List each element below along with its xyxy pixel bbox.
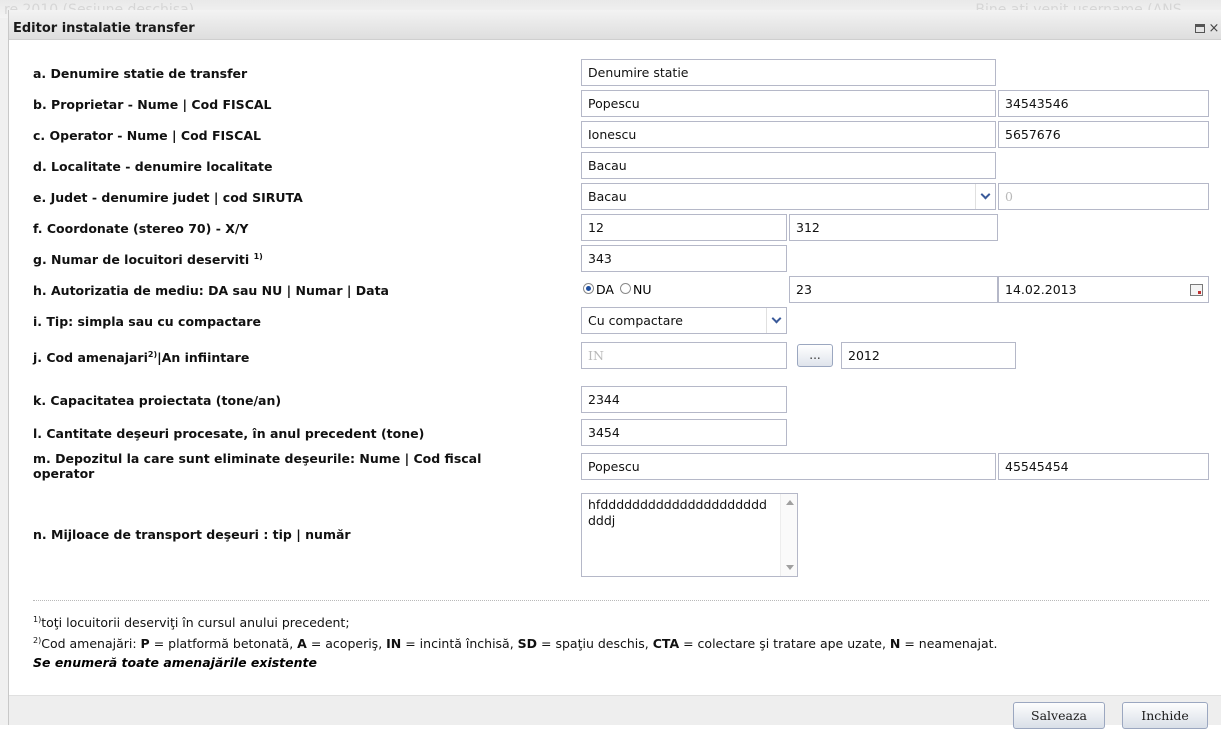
- label-judet: e. Judet - denumire judet | cod SIRUTA: [33, 190, 303, 205]
- footnote-1: 1)toţi locuitorii deserviţi în cursul an…: [33, 615, 350, 631]
- autorizatie-da-label: DA: [596, 282, 614, 297]
- close-icon[interactable]: ×: [1207, 22, 1221, 36]
- label-capacitate: k. Capacitatea proiectata (tone/an): [33, 393, 282, 408]
- autorizatie-data-input[interactable]: 14.02.2013: [998, 276, 1209, 303]
- label-proprietar: b. Proprietar - Nume | Cod FISCAL: [33, 97, 272, 112]
- label-localitate: d. Localitate - denumire localitate: [33, 159, 273, 174]
- autorizatie-numar-input[interactable]: 23: [789, 276, 998, 303]
- dialog-footer: Salveaza Inchide: [9, 695, 1221, 729]
- footnote-code-desc: = neamenajat.: [900, 636, 998, 652]
- chevron-down-icon[interactable]: [975, 184, 995, 209]
- label-tip: i. Tip: simpla sau cu compactare: [33, 314, 261, 329]
- footnote-code-desc: = platformă betonată,: [149, 636, 298, 652]
- label-cantitate: l. Cantitate deşeuri procesate, în anul …: [33, 426, 425, 441]
- mijloace-textarea[interactable]: hfddddddddddddddddddddddddj: [581, 493, 798, 577]
- chevron-down-icon[interactable]: [766, 308, 786, 333]
- footnote-code: SD: [517, 636, 538, 652]
- judet-combo[interactable]: Bacau: [581, 183, 996, 210]
- separator: [33, 600, 1209, 601]
- dialog-title: Editor instalatie transfer: [13, 21, 195, 36]
- label-operator: c. Operator - Nume | Cod FISCAL: [33, 128, 261, 143]
- textarea-scrollbar[interactable]: [780, 494, 797, 576]
- tip-combo[interactable]: Cu compactare: [581, 307, 787, 334]
- label-coordonate: f. Coordonate (stereo 70) - X/Y: [33, 221, 249, 236]
- label-mijloace: n. Mijloace de transport deşeuri : tip |…: [33, 527, 351, 542]
- footnote-code-desc: = acoperiş,: [306, 636, 387, 652]
- footnote-code-desc: = colectare şi tratare ape uzate,: [679, 636, 890, 652]
- scroll-down-icon[interactable]: [786, 565, 794, 570]
- autorizatie-nu-radio[interactable]: [620, 283, 631, 294]
- label-denumire: a. Denumire statie de transfer: [33, 66, 248, 81]
- cantitate-input[interactable]: 3454: [581, 419, 787, 446]
- footnote-code: A: [297, 636, 307, 652]
- coord-y-input[interactable]: 312: [789, 214, 998, 241]
- page-edge: [0, 18, 8, 725]
- footnote-code: CTA: [652, 636, 680, 652]
- coord-x-input[interactable]: 12: [581, 214, 787, 241]
- footnote-code: P: [140, 636, 150, 652]
- label-autorizatie: h. Autorizatia de mediu: DA sau NU | Num…: [33, 283, 389, 298]
- capacitate-input[interactable]: 2344: [581, 386, 787, 413]
- locuitori-input[interactable]: 343: [581, 245, 787, 272]
- footnote-code-desc: = spaţiu deschis,: [537, 636, 653, 652]
- footnote-code: N: [889, 636, 901, 652]
- scroll-up-icon[interactable]: [786, 500, 794, 505]
- maximize-icon[interactable]: [1193, 22, 1207, 36]
- mijloace-value: hfddddddddddddddddddddddddj: [588, 497, 767, 528]
- depozit-nume-input[interactable]: Popescu: [581, 453, 996, 480]
- localitate-input[interactable]: Bacau: [581, 152, 996, 179]
- cod-amenajari-input: IN: [581, 342, 787, 369]
- footnote-emphasis: Se enumeră toate amenajările existente: [33, 655, 317, 670]
- operator-cod-input[interactable]: 5657676: [998, 121, 1209, 148]
- judet-value: Bacau: [588, 189, 627, 204]
- browse-amenajari-button[interactable]: ...: [797, 344, 833, 367]
- autorizatie-data-value: 14.02.2013: [1005, 282, 1077, 297]
- calendar-icon[interactable]: [1186, 279, 1206, 300]
- footnote-code: IN: [386, 636, 402, 652]
- autorizatie-da-radio[interactable]: [583, 283, 594, 294]
- label-cod-amenajari: j. Cod amenajari2)|An infiintare: [33, 350, 250, 366]
- editor-dialog: Editor instalatie transfer × a. Denumire…: [8, 10, 1221, 729]
- dialog-titlebar[interactable]: Editor instalatie transfer ×: [9, 10, 1221, 40]
- denumire-input[interactable]: Denumire statie: [581, 59, 996, 86]
- an-infiintare-input[interactable]: 2012: [841, 342, 1016, 369]
- proprietar-nume-input[interactable]: Popescu: [581, 90, 996, 117]
- proprietar-cod-input[interactable]: 34543546: [998, 90, 1209, 117]
- autorizatie-nu-label: NU: [633, 282, 652, 297]
- tip-value: Cu compactare: [588, 313, 683, 328]
- operator-nume-input[interactable]: Ionescu: [581, 121, 996, 148]
- label-depozit: m. Depozitul la care sunt eliminate deşe…: [33, 451, 482, 466]
- siruta-input: 0: [998, 183, 1209, 210]
- label-locuitori: g. Numar de locuitori deserviti 1): [33, 252, 263, 268]
- footnote-code-desc: = incintă închisă,: [401, 636, 518, 652]
- label-depozit-cont: operator: [33, 466, 95, 481]
- depozit-cod-input[interactable]: 45545454: [998, 453, 1209, 480]
- footnote-2: 2)Cod amenajări: P = platformă betonată,…: [33, 636, 998, 652]
